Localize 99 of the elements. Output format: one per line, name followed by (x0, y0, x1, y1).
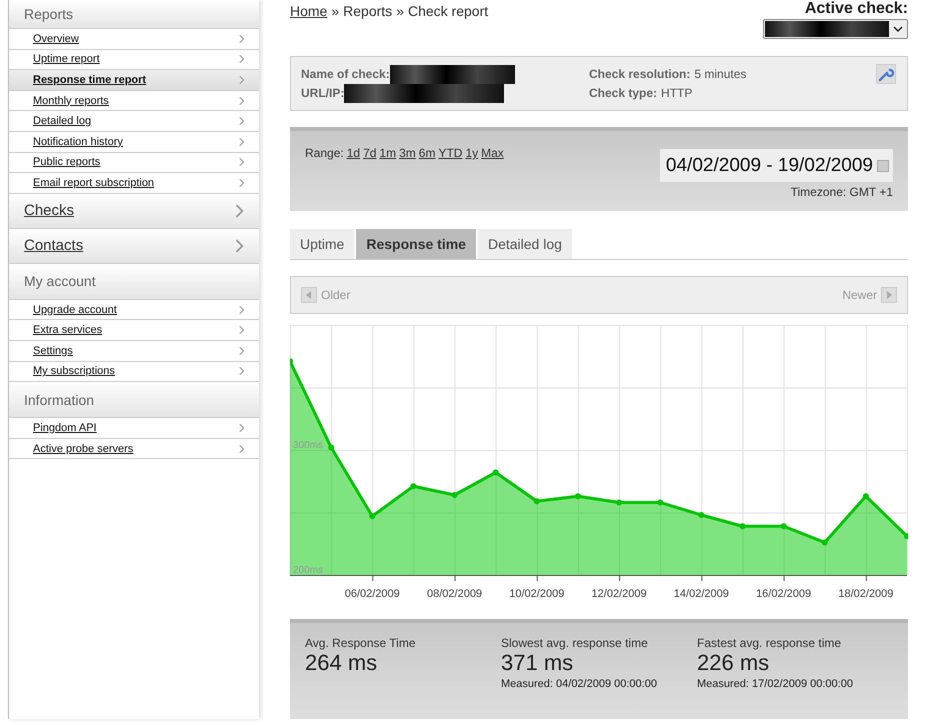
data-point (369, 513, 376, 520)
section-link[interactable]: Checks (9, 194, 259, 229)
data-point (492, 470, 499, 476)
chevron-icon (238, 422, 244, 433)
field-label: Check resolution: (589, 67, 690, 81)
sidebar-item[interactable]: My subscriptions (9, 362, 259, 382)
data-point (290, 358, 293, 364)
timezone-text: Timezone: GMT +1 (790, 185, 893, 199)
field-value: 5 minutes (694, 67, 746, 81)
active-check-label: Active check: (804, 0, 908, 18)
stat-value: 226 ms (697, 650, 770, 676)
tab[interactable]: Response time (356, 229, 476, 259)
sidebar-item[interactable]: Pingdom API (9, 418, 259, 439)
chevron-icon (238, 34, 244, 44)
data-point (410, 483, 416, 490)
section-header: Reports (9, 0, 259, 29)
section-header: Information (9, 382, 259, 418)
x-tick-label: 08/02/2009 (427, 588, 482, 600)
chevron-icon (238, 157, 244, 168)
sidebar-item[interactable]: Public reports (9, 152, 259, 174)
y-tick-label: 300ms (293, 440, 324, 451)
tab[interactable]: Detailed log (478, 229, 572, 259)
field-value: HTTP (661, 86, 692, 100)
data-point (780, 523, 787, 530)
x-tick-label: 12/02/2009 (592, 588, 647, 600)
data-point (574, 493, 581, 500)
date-range-field[interactable]: 04/02/2009 - 19/02/2009 (660, 149, 893, 182)
data-point (657, 500, 664, 506)
y-tick-label: 200ms (293, 565, 324, 576)
stat-label: Fastest avg. response time (697, 636, 842, 650)
data-point (862, 493, 869, 500)
chevron-icon (238, 444, 244, 454)
sidebar-item[interactable]: Detailed log (9, 111, 259, 132)
sidebar-item[interactable]: Active probe servers (9, 438, 259, 460)
data-point (698, 512, 704, 518)
range-link[interactable]: 3m (399, 146, 416, 161)
sidebar-item[interactable]: Settings (9, 340, 259, 362)
field-label: URL/IP: (301, 86, 344, 100)
sidebar-item[interactable]: Upgrade account (9, 300, 259, 320)
range-link[interactable]: 7d (363, 146, 376, 161)
stat-value: 264 ms (305, 650, 378, 676)
measured-text: Measured: 17/02/2009 00:00:00 (697, 678, 854, 690)
field-label: Name of check: (301, 67, 390, 81)
breadcrumb-separator: » (331, 3, 340, 19)
x-tick-label: 16/02/2009 (756, 588, 812, 600)
check-select[interactable] (763, 19, 908, 39)
sidebar-item[interactable]: Overview (9, 29, 259, 50)
arrow-right-icon (881, 287, 897, 303)
chevron-icon (238, 304, 244, 315)
chevron-icon (238, 346, 244, 356)
breadcrumb-separator: » (396, 3, 404, 19)
range-link[interactable]: 6m (418, 146, 436, 161)
data-point (904, 533, 908, 540)
range-label: Range: (305, 146, 344, 161)
chevron-icon (238, 96, 244, 106)
x-tick-label: 14/02/2009 (674, 588, 729, 600)
chevron-icon (238, 178, 244, 188)
data-point (328, 444, 334, 450)
range-link[interactable]: 1m (379, 146, 396, 161)
settings-button[interactable] (876, 64, 896, 84)
x-tick-label: 18/02/2009 (838, 588, 894, 600)
breadcrumb-text: Check report (408, 3, 488, 19)
sidebar-item[interactable]: Email report subscription (9, 173, 259, 194)
sidebar-item[interactable]: Uptime report (9, 50, 259, 70)
data-point (534, 498, 540, 504)
field-label: Check type: (589, 86, 658, 100)
arrow-left-icon (301, 287, 317, 303)
stat-label: Avg. Response Time (305, 636, 417, 650)
range-link[interactable]: YTD (438, 146, 462, 161)
sidebar-item[interactable]: Monthly reports (9, 90, 259, 112)
chevron-icon (238, 54, 244, 64)
data-point (822, 540, 828, 546)
x-tick-label: 06/02/2009 (344, 588, 400, 600)
sidebar-item[interactable]: Response time report (9, 70, 259, 91)
data-point (452, 492, 458, 498)
chevron-icon (238, 325, 244, 336)
breadcrumb-text: Reports (343, 3, 392, 19)
chevron-icon (238, 136, 244, 147)
chevron-icon (238, 116, 244, 126)
section-link[interactable]: Contacts (9, 228, 259, 264)
range-link[interactable]: 1y (465, 146, 478, 161)
stat-label: Slowest avg. response time (501, 636, 649, 650)
x-tick-label: 10/02/2009 (509, 588, 564, 600)
section-header: My account (9, 264, 259, 300)
chevron-icon (235, 202, 244, 219)
data-point (739, 523, 746, 530)
calendar-icon (877, 160, 889, 172)
measured-text: Measured: 04/02/2009 00:00:00 (501, 678, 658, 690)
sidebar-item[interactable]: Extra services (9, 320, 259, 341)
tab[interactable]: Uptime (290, 229, 354, 259)
chevron-icon (238, 366, 244, 376)
data-point (616, 500, 622, 506)
sidebar-item[interactable]: Notification history (9, 132, 259, 153)
chevron-icon (235, 238, 244, 254)
range-link[interactable]: Max (481, 146, 504, 161)
range-link[interactable]: 1d (346, 146, 360, 161)
breadcrumb-link[interactable]: Home (290, 3, 328, 19)
chevron-icon (238, 74, 244, 85)
stat-value: 371 ms (501, 650, 574, 676)
